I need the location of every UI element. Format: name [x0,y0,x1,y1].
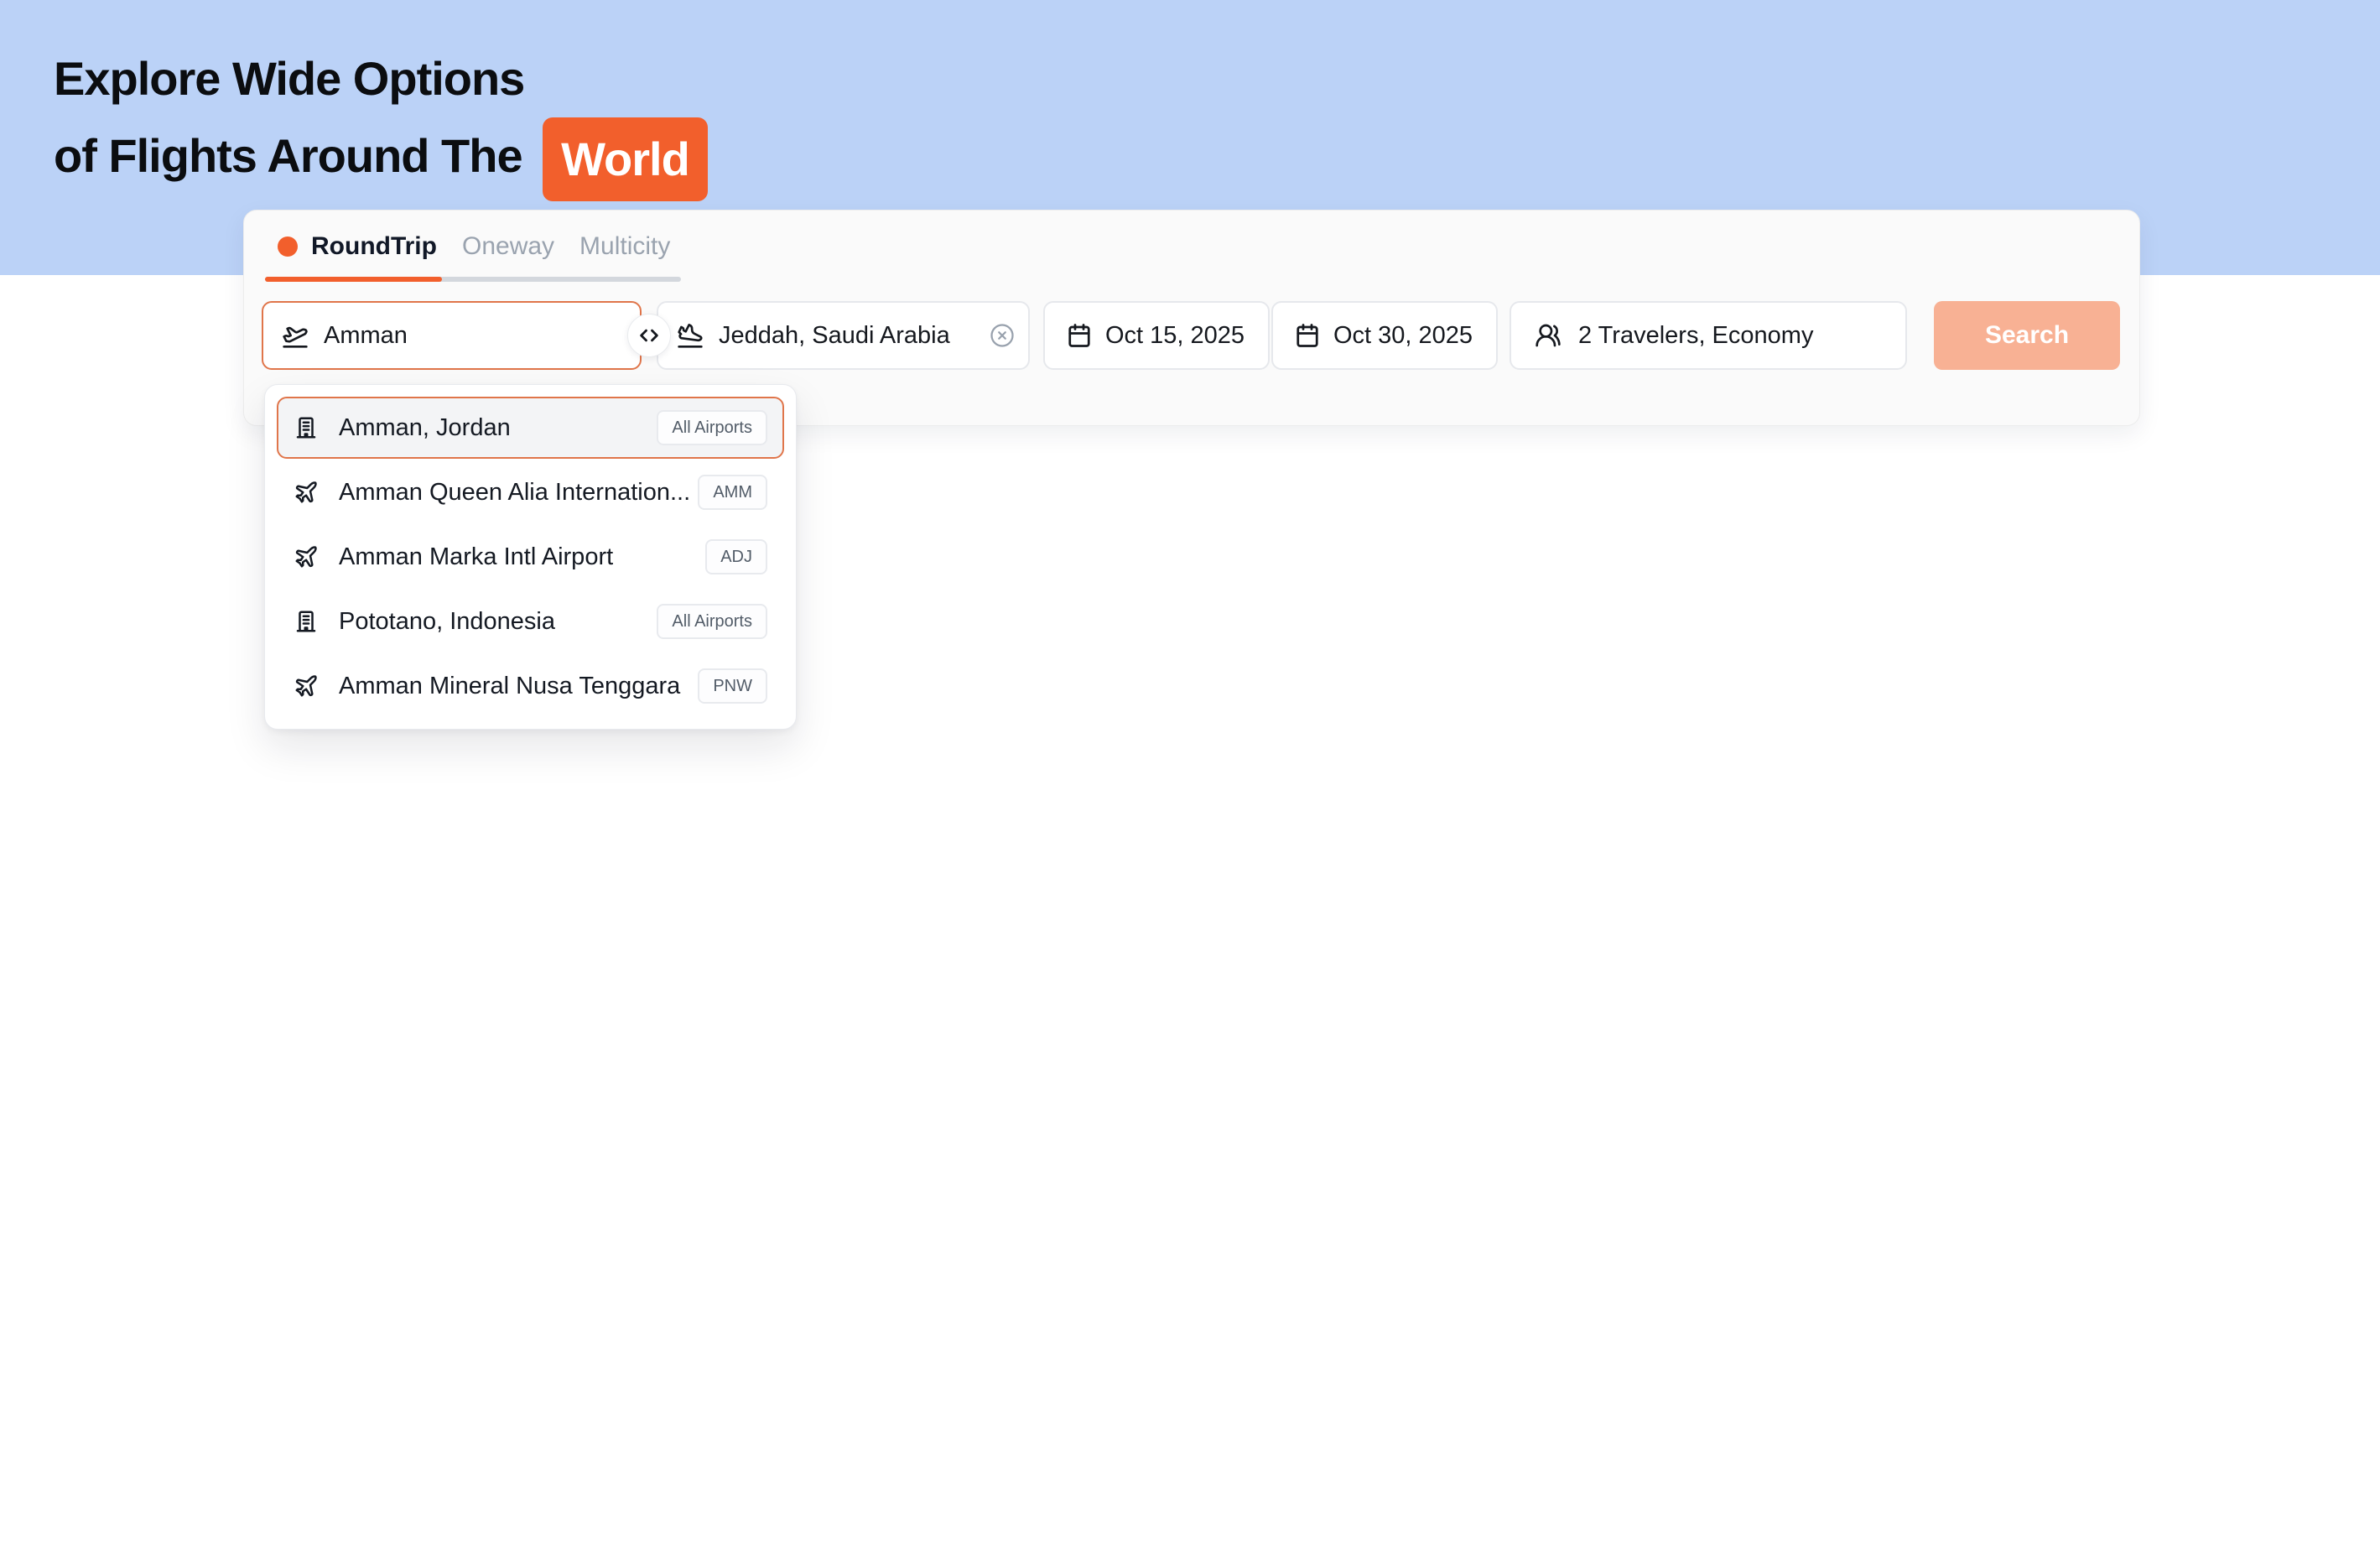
plane-icon [294,480,319,505]
suggestion-item[interactable]: Pototano, Indonesia All Airports [277,590,784,652]
return-date-value: Oct 30, 2025 [1333,322,1473,350]
suggestion-label: Amman, Jordan [339,414,511,442]
calendar-icon [1295,323,1320,348]
suggestion-item[interactable]: Amman, Jordan All Airports [277,397,784,459]
plane-icon [294,673,319,699]
chevrons-left-right-icon [637,324,661,347]
plane-icon [294,544,319,569]
dates-group: Oct 15, 2025 Oct 30, 2025 [1043,301,1498,370]
building-icon [294,609,319,634]
depart-date-value: Oct 15, 2025 [1105,322,1245,350]
circle-x-icon [990,323,1015,348]
active-tab-dot-icon [278,237,298,257]
tab-underline-active [265,277,442,282]
title-line2: of Flights Around The [54,129,522,182]
location-suggestions-dropdown: Amman, Jordan All Airports Amman Queen A… [264,384,797,730]
users-icon [1535,322,1562,349]
origin-field[interactable] [262,301,642,370]
tab-oneway[interactable]: Oneway [462,232,554,261]
suggestion-badge: AMM [698,475,767,510]
suggestion-label: Pototano, Indonesia [339,608,555,636]
calendar-icon [1067,323,1092,348]
swap-origin-destination-button[interactable] [627,314,671,357]
page-title: Explore Wide Options of Flights Around T… [54,44,708,198]
suggestion-label: Amman Marka Intl Airport [339,543,613,571]
depart-date-field[interactable]: Oct 15, 2025 [1043,301,1270,370]
tab-roundtrip[interactable]: RoundTrip [311,232,437,261]
suggestion-item[interactable]: Amman Queen Alia Internation... AMM [277,461,784,523]
title-line1: Explore Wide Options [54,52,524,105]
title-highlight-chip: World [543,117,708,201]
suggestion-label: Amman Mineral Nusa Tenggara [339,673,680,700]
suggestion-badge: All Airports [657,410,767,445]
travelers-value: 2 Travelers, Economy [1578,322,1813,350]
tab-multicity[interactable]: Multicity [579,232,670,261]
suggestion-badge: PNW [698,668,767,704]
suggestion-item[interactable]: Amman Marka Intl Airport ADJ [277,526,784,588]
tab-underline-track [265,277,681,282]
suggestion-item[interactable]: Amman Mineral Nusa Tenggara PNW [277,655,784,717]
search-fields-row: Jeddah, Saudi Arabia Oct 15, 2025 [262,301,2120,370]
destination-field[interactable]: Jeddah, Saudi Arabia [657,301,1030,370]
clear-destination-button[interactable] [990,323,1015,348]
return-date-field[interactable]: Oct 30, 2025 [1271,301,1498,370]
destination-value: Jeddah, Saudi Arabia [719,322,974,350]
origin-input[interactable] [324,322,623,350]
search-button[interactable]: Search [1934,301,2120,370]
flight-search-page: Explore Wide Options of Flights Around T… [0,0,2380,1549]
building-icon [294,415,319,440]
travelers-field[interactable]: 2 Travelers, Economy [1510,301,1907,370]
suggestion-label: Amman Queen Alia Internation... [339,479,690,507]
suggestion-badge: All Airports [657,604,767,639]
plane-landing-icon [677,322,704,349]
trip-type-tabs: RoundTrip Oneway Multicity [278,232,670,261]
suggestion-badge: ADJ [705,539,767,574]
plane-takeoff-icon [282,322,309,349]
